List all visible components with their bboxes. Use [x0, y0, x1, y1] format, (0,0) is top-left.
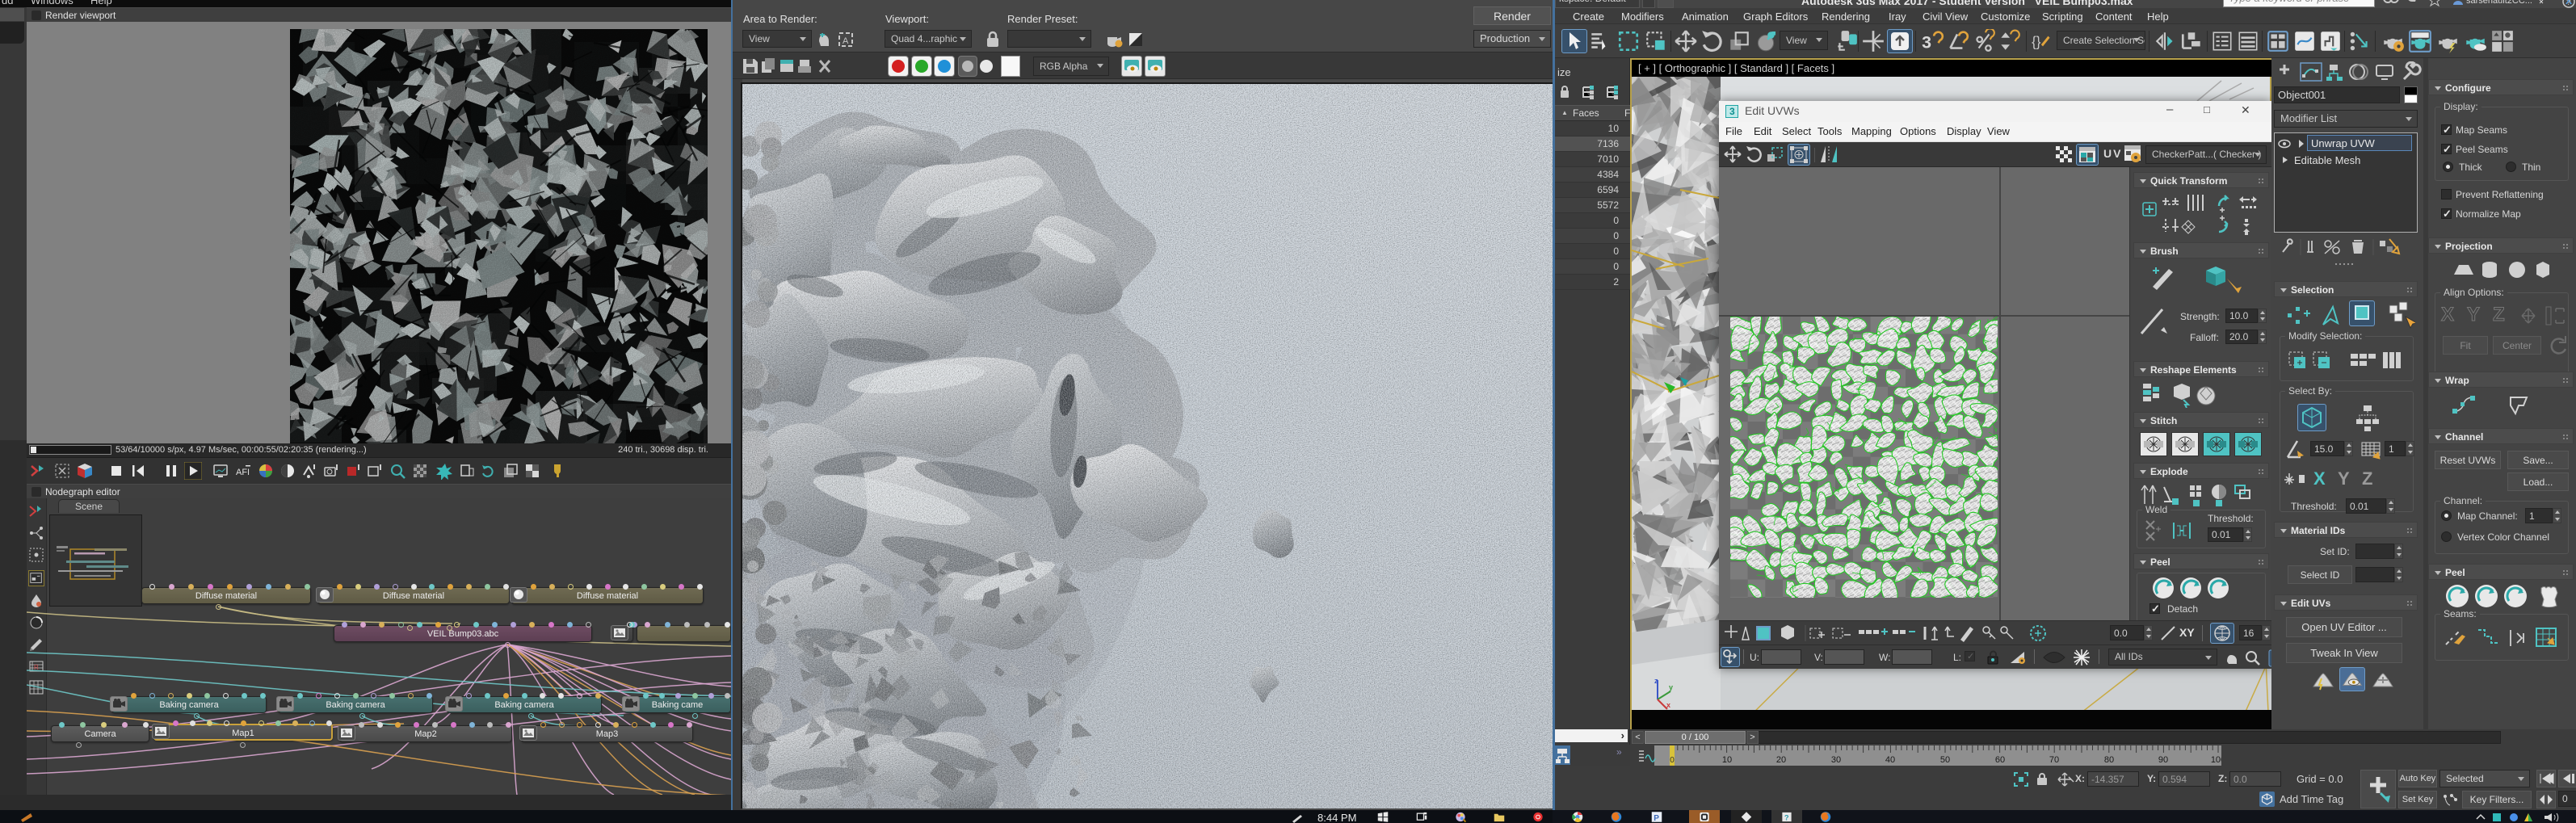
svg-text:10: 10 [1722, 755, 1732, 765]
svg-text:{}: {} [2032, 33, 2041, 49]
svg-text:A: A [843, 36, 849, 46]
svg-text:x: x [1666, 701, 1670, 709]
svg-text:30: 30 [1831, 755, 1841, 765]
svg-text:z: z [1654, 677, 1658, 685]
svg-text:AFI: AFI [236, 468, 250, 477]
svg-text:20: 20 [1776, 755, 1786, 765]
svg-text:100: 100 [2211, 755, 2221, 765]
svg-text:sarsenault2CC...: sarsenault2CC... [2466, 0, 2532, 6]
svg-text:70: 70 [2049, 755, 2059, 765]
svg-text:P: P [1654, 814, 1659, 823]
svg-text:?: ? [1784, 813, 1789, 821]
svg-text:y: y [1669, 683, 1673, 691]
svg-text:40: 40 [1885, 755, 1895, 765]
svg-text:80: 80 [2104, 755, 2114, 765]
svg-text:0: 0 [1670, 756, 1675, 765]
svg-text:50: 50 [1940, 755, 1950, 765]
svg-text:3: 3 [1922, 33, 1931, 52]
svg-text:60: 60 [1995, 755, 2005, 765]
svg-text:?: ? [2566, 0, 2571, 7]
svg-text:90: 90 [2158, 755, 2168, 765]
